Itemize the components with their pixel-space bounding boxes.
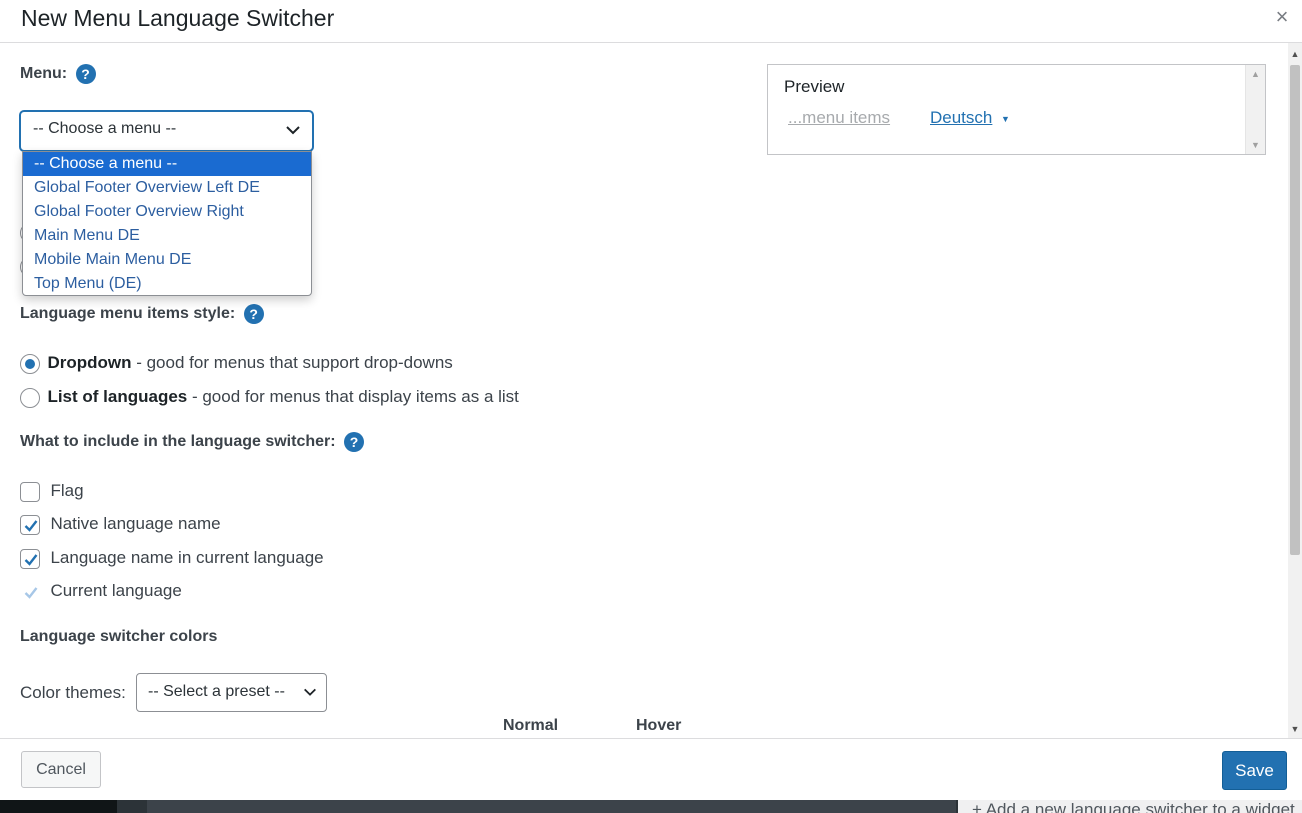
menu-option[interactable]: Mobile Main Menu DE xyxy=(23,248,311,272)
flag-label: Flag xyxy=(50,481,84,500)
caret-down-icon: ▼ xyxy=(1001,114,1010,124)
dropdown-option-name: Dropdown xyxy=(47,353,132,372)
colors-label: Language switcher colors xyxy=(20,628,218,645)
preview-box: Preview ...menu items Deutsch ▼ ▲ ▼ xyxy=(767,64,1266,155)
include-current-name-row[interactable]: Language name in current language xyxy=(20,548,324,569)
dropdown-option-desc: - good for menus that support drop-downs xyxy=(131,353,453,372)
dialog-content: Menu: ? -- Choose a menu -- -- Choose a … xyxy=(0,43,1288,738)
preset-select-value: -- Select a preset -- xyxy=(148,683,285,700)
dialog-scrollbar[interactable]: ▲ ▼ xyxy=(1288,43,1302,738)
language-switcher-dialog: New Menu Language Switcher × Menu: ? -- … xyxy=(0,0,1302,800)
preview-title: Preview xyxy=(784,77,845,96)
chevron-down-icon xyxy=(304,688,316,696)
native-name-checkbox[interactable] xyxy=(20,514,40,535)
style-label: Language menu items style: xyxy=(20,305,236,323)
menu-option[interactable]: Global Footer Overview Left DE xyxy=(23,176,311,200)
flag-checkbox[interactable] xyxy=(20,481,40,502)
dropdown-radio[interactable] xyxy=(20,353,40,374)
include-native-row[interactable]: Native language name xyxy=(20,514,221,535)
close-icon[interactable]: × xyxy=(1271,6,1293,28)
current-language-checkbox xyxy=(20,581,40,602)
menu-option[interactable]: -- Choose a menu -- xyxy=(23,152,311,176)
include-flag-row[interactable]: Flag xyxy=(20,481,84,502)
checkmark-icon xyxy=(24,587,38,599)
menu-help-icon[interactable]: ? xyxy=(75,64,96,84)
preset-select[interactable]: -- Select a preset -- xyxy=(136,673,327,712)
scroll-down-icon[interactable]: ▼ xyxy=(1288,722,1302,736)
background-add-switcher-text: + Add a new language switcher to a widge… xyxy=(972,800,1295,813)
style-label-row: Language menu items style: ? xyxy=(20,304,264,324)
style-help-icon[interactable]: ? xyxy=(243,304,264,324)
current-language-label: Current language xyxy=(50,581,182,600)
scroll-up-icon[interactable]: ▲ xyxy=(1288,47,1302,61)
dialog-title: New Menu Language Switcher xyxy=(21,5,335,31)
style-option-list[interactable]: List of languages - good for menus that … xyxy=(20,387,519,408)
checkmark-icon xyxy=(24,554,38,566)
menu-label-row: Menu: ? xyxy=(20,64,96,84)
include-help-icon[interactable]: ? xyxy=(344,432,365,452)
menu-select[interactable]: -- Choose a menu -- xyxy=(20,111,313,151)
menu-dropdown-list: -- Choose a menu -- Global Footer Overvi… xyxy=(22,151,312,296)
chevron-down-icon xyxy=(286,126,300,135)
preview-language-link[interactable]: Deutsch xyxy=(930,108,992,128)
include-current-lang-row: Current language xyxy=(20,581,182,602)
background-page-strip: + Add a new language switcher to a widge… xyxy=(0,800,1302,813)
color-col-hover: Hover xyxy=(636,717,682,734)
cancel-button[interactable]: Cancel xyxy=(21,751,101,788)
dialog-titlebar: New Menu Language Switcher × xyxy=(0,0,1302,43)
menu-label: Menu: xyxy=(20,65,68,83)
preview-scrollbar[interactable]: ▲ ▼ xyxy=(1245,65,1265,154)
checkmark-icon xyxy=(24,520,38,532)
color-themes-label: Color themes: xyxy=(20,683,126,702)
native-name-label: Native language name xyxy=(50,514,221,533)
preview-menu-items: ...menu items xyxy=(788,108,891,127)
color-col-normal: Normal xyxy=(503,717,559,734)
current-name-label: Language name in current language xyxy=(50,548,324,567)
menu-option[interactable]: Global Footer Overview Right xyxy=(23,200,311,224)
menu-option[interactable]: Main Menu DE xyxy=(23,224,311,248)
save-button[interactable]: Save xyxy=(1222,751,1287,790)
style-option-dropdown[interactable]: Dropdown - good for menus that support d… xyxy=(20,353,453,374)
scroll-down-icon[interactable]: ▼ xyxy=(1251,140,1260,150)
scrollbar-thumb[interactable] xyxy=(1290,65,1300,555)
list-option-desc: - good for menus that display items as a… xyxy=(187,387,519,406)
menu-option[interactable]: Top Menu (DE) xyxy=(23,272,311,296)
include-label-row: What to include in the language switcher… xyxy=(20,432,365,452)
current-name-checkbox[interactable] xyxy=(20,548,40,569)
scroll-up-icon[interactable]: ▲ xyxy=(1251,69,1260,79)
list-radio[interactable] xyxy=(20,387,40,408)
dialog-footer: Cancel Save xyxy=(0,738,1302,800)
list-option-name: List of languages xyxy=(47,387,188,406)
menu-select-value: -- Choose a menu -- xyxy=(33,120,177,137)
include-label: What to include in the language switcher… xyxy=(20,433,336,451)
